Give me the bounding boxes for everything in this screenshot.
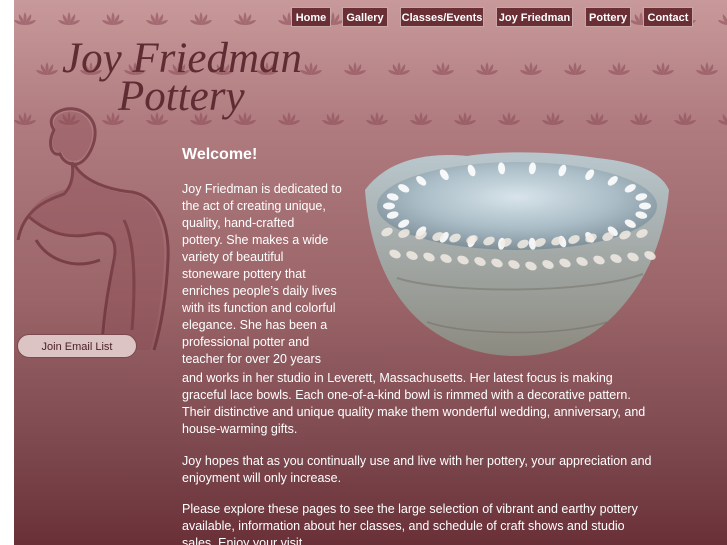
- lotus-icon: [366, 112, 388, 125]
- lotus-icon: [14, 12, 36, 25]
- lotus-icon: [388, 62, 410, 75]
- lotus-icon: [476, 62, 498, 75]
- nav-pottery-button[interactable]: Pottery: [585, 7, 631, 27]
- paragraph-line: pottery. She makes a wide: [182, 233, 329, 247]
- lotus-icon: [58, 12, 80, 25]
- lotus-icon: [410, 112, 432, 125]
- lotus-icon: [102, 12, 124, 25]
- lotus-icon: [322, 112, 344, 125]
- nav-joy-friedman-button[interactable]: Joy Friedman: [496, 7, 573, 27]
- nav-home-button[interactable]: Home: [291, 7, 331, 27]
- paragraph-line: graceful lace bowls. Each one-of-a-kind …: [182, 388, 631, 402]
- paragraph-line: sales. Enjoy your visit.: [182, 536, 306, 545]
- lotus-icon: [696, 62, 718, 75]
- paragraph-line: Please explore these pages to see the la…: [182, 502, 638, 516]
- paragraph-line: variety of beautiful: [182, 250, 284, 264]
- paragraph-line: Their distinctive and unique quality mak…: [182, 405, 646, 419]
- paragraph-line: enriches people’s daily lives: [182, 284, 337, 298]
- lace-bowl-image: [365, 152, 669, 356]
- lotus-icon: [718, 114, 727, 125]
- lotus-icon: [300, 62, 322, 75]
- paragraph-line: teacher for over 20 years: [182, 352, 321, 366]
- nav-contact-button[interactable]: Contact: [643, 7, 693, 27]
- lotus-icon: [564, 62, 586, 75]
- page-background: Home Gallery Classes/Events Joy Friedman…: [14, 0, 727, 545]
- join-email-list-button[interactable]: Join Email List: [17, 334, 137, 358]
- nav-gallery-button[interactable]: Gallery: [342, 7, 388, 27]
- paragraph-line: stoneware pottery that: [182, 267, 306, 281]
- lotus-icon: [652, 62, 674, 75]
- lotus-icon: [674, 112, 696, 125]
- paragraph-line: Joy Friedman is dedicated to: [182, 182, 342, 196]
- lotus-icon: [234, 12, 256, 25]
- lotus-icon: [608, 62, 630, 75]
- lotus-icon: [520, 62, 542, 75]
- lotus-icon: [344, 62, 366, 75]
- paragraph-line: available, information about her classes…: [182, 519, 625, 533]
- lotus-icon: [586, 112, 608, 125]
- potter-silhouette-image: [16, 107, 170, 351]
- paragraph-line: professional potter and: [182, 335, 310, 349]
- lotus-icon: [278, 112, 300, 125]
- lotus-icon: [630, 112, 652, 125]
- paragraph-line: Joy hopes that as you continually use an…: [182, 454, 652, 468]
- lotus-icon: [542, 112, 564, 125]
- paragraph-line: elegance. She has been a: [182, 318, 328, 332]
- paragraph-line: quality, hand-crafted: [182, 216, 295, 230]
- lotus-icon: [36, 62, 58, 75]
- nav-classes-events-button[interactable]: Classes/Events: [400, 7, 484, 27]
- lotus-icon: [454, 112, 476, 125]
- lotus-icon: [146, 12, 168, 25]
- top-nav: Home Gallery Classes/Events Joy Friedman…: [291, 7, 727, 29]
- paragraph-line: with its function and colorful: [182, 301, 336, 315]
- lotus-icon: [190, 12, 212, 25]
- welcome-heading: Welcome!: [182, 146, 258, 163]
- paragraph-line: and works in her studio in Leverett, Mas…: [182, 371, 613, 385]
- paragraph-line: the act of creating unique,: [182, 199, 326, 213]
- lotus-icon: [498, 112, 520, 125]
- paragraph-line: house-warming gifts.: [182, 422, 298, 436]
- lotus-icon: [432, 62, 454, 75]
- paragraph-line: enjoyment will only increase.: [182, 471, 342, 485]
